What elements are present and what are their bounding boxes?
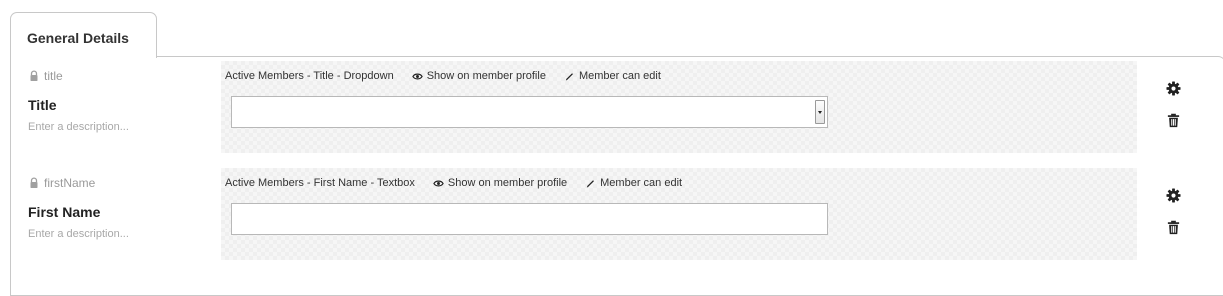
group-panel [10,56,1223,296]
tab-label: General Details [27,30,129,46]
tab-general-details[interactable]: General Details [10,12,157,58]
